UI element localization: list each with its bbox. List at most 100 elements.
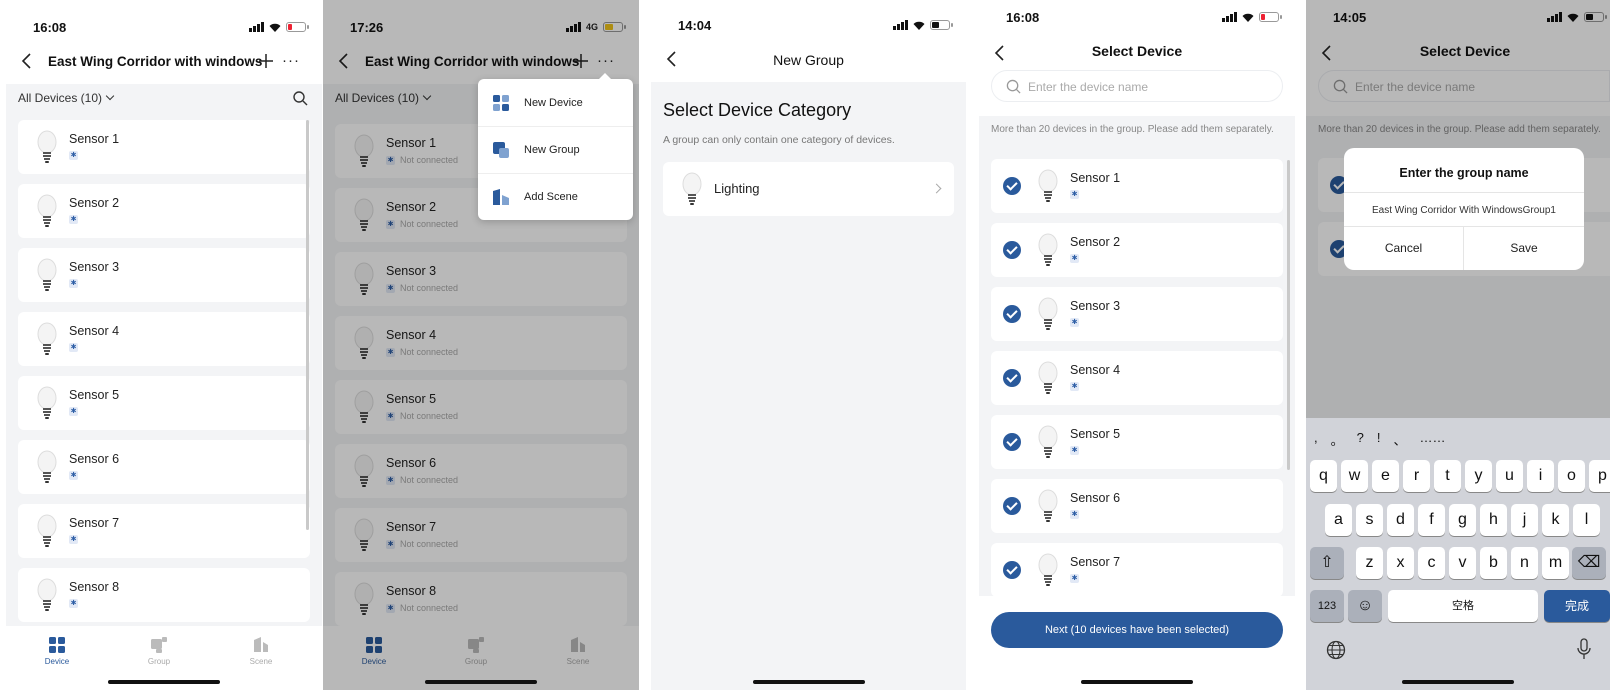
globe-icon[interactable]: [1326, 640, 1346, 660]
checked-icon[interactable]: [1003, 433, 1021, 451]
key[interactable]: g: [1449, 504, 1476, 536]
key[interactable]: x: [1387, 547, 1414, 579]
gap: [1295, 0, 1306, 690]
device-row[interactable]: Sensor 5 ✱: [18, 376, 310, 430]
gap: [966, 0, 979, 690]
menu-item-add-scene[interactable]: Add Scene: [478, 173, 633, 220]
device-row[interactable]: Sensor 2 ✱: [18, 184, 310, 238]
key[interactable]: o: [1558, 460, 1585, 492]
device-name: Sensor 2: [1070, 235, 1121, 249]
device-row[interactable]: Sensor 8 ✱: [18, 568, 310, 622]
device-row[interactable]: Sensor 7 ✱: [991, 543, 1283, 597]
add-icon[interactable]: [255, 50, 277, 72]
search-icon[interactable]: [292, 90, 308, 106]
device-row[interactable]: Sensor 2 ✱: [991, 223, 1283, 277]
next-button[interactable]: Next (10 devices have been selected): [991, 612, 1283, 648]
device-row[interactable]: Sensor 7 ✱: [18, 504, 310, 558]
category-item-lighting[interactable]: Lighting: [663, 162, 954, 216]
key[interactable]: p: [1589, 460, 1610, 492]
bluetooth-icon: ✱: [69, 343, 78, 352]
key[interactable]: r: [1403, 460, 1430, 492]
key[interactable]: f: [1418, 504, 1445, 536]
key[interactable]: s: [1356, 504, 1383, 536]
key[interactable]: b: [1480, 547, 1507, 579]
device-row[interactable]: Sensor 4 ✱: [18, 312, 310, 366]
key[interactable]: i: [1527, 460, 1554, 492]
shift-key[interactable]: ⇧: [1310, 547, 1344, 579]
save-button[interactable]: Save: [1464, 227, 1584, 270]
checked-icon[interactable]: [1003, 497, 1021, 515]
device-row[interactable]: Sensor 5 ✱: [991, 415, 1283, 469]
device-row[interactable]: Sensor 3 ✱: [991, 287, 1283, 341]
home-indicator: [752, 680, 865, 684]
checked-icon[interactable]: [1003, 177, 1021, 195]
battery-icon: [286, 22, 309, 32]
done-key[interactable]: 完成: [1544, 590, 1610, 622]
candidate-item[interactable]: ?: [1357, 430, 1364, 449]
key[interactable]: k: [1542, 504, 1569, 536]
space-key[interactable]: 空格: [1388, 590, 1538, 622]
tab-group[interactable]: Group: [129, 636, 189, 666]
bulb-icon: [1038, 361, 1058, 394]
candidate-item[interactable]: !: [1377, 430, 1381, 449]
tab-device[interactable]: Device: [27, 636, 87, 666]
key[interactable]: j: [1511, 504, 1538, 536]
key[interactable]: l: [1573, 504, 1600, 536]
group-name-input[interactable]: East Wing Corridor With WindowsGroup1: [1344, 192, 1584, 227]
device-filter-dropdown[interactable]: All Devices (10): [18, 91, 115, 105]
bluetooth-icon: ✱: [69, 407, 78, 416]
key[interactable]: w: [1341, 460, 1368, 492]
checked-icon[interactable]: [1003, 561, 1021, 579]
candidate-item[interactable]: ,: [1314, 430, 1318, 449]
key[interactable]: h: [1480, 504, 1507, 536]
candidate-item[interactable]: 、: [1394, 430, 1407, 449]
bluetooth-icon: ✱: [1070, 574, 1079, 583]
key[interactable]: c: [1418, 547, 1445, 579]
bluetooth-icon: ✱: [69, 599, 78, 608]
more-icon[interactable]: ···: [282, 53, 300, 68]
nav-bar: New Group: [651, 38, 966, 82]
key[interactable]: u: [1496, 460, 1523, 492]
scrollbar[interactable]: [1287, 160, 1290, 470]
bulb-icon: [37, 322, 57, 355]
checked-icon[interactable]: [1003, 305, 1021, 323]
key[interactable]: y: [1465, 460, 1492, 492]
scrollbar[interactable]: [306, 120, 309, 530]
key[interactable]: q: [1310, 460, 1337, 492]
status-bar: 16:08: [6, 0, 322, 40]
menu-item-new-device[interactable]: New Device: [478, 79, 633, 126]
page-title: Select Device: [1091, 43, 1183, 59]
menu-item-new-group[interactable]: New Group: [478, 126, 633, 173]
numbers-key[interactable]: 123: [1310, 590, 1344, 622]
key[interactable]: n: [1511, 547, 1538, 579]
microphone-icon[interactable]: [1576, 638, 1592, 660]
key[interactable]: v: [1449, 547, 1476, 579]
page-title: East Wing Corridor with windows: [48, 54, 263, 69]
key[interactable]: d: [1387, 504, 1414, 536]
key[interactable]: e: [1372, 460, 1399, 492]
candidate-item[interactable]: 。: [1331, 430, 1344, 449]
checked-icon[interactable]: [1003, 241, 1021, 259]
key[interactable]: m: [1542, 547, 1569, 579]
device-row[interactable]: Sensor 6 ✱: [991, 479, 1283, 533]
device-row[interactable]: Sensor 4 ✱: [991, 351, 1283, 405]
new-group-screen: 14:04 New Group Select Device Category A…: [651, 0, 966, 690]
device-row[interactable]: Sensor 3 ✱: [18, 248, 310, 302]
key[interactable]: t: [1434, 460, 1461, 492]
back-icon[interactable]: [16, 50, 38, 72]
search-input[interactable]: Enter the device name: [991, 70, 1283, 102]
backspace-key[interactable]: ⌫: [1572, 547, 1606, 579]
checked-icon[interactable]: [1003, 369, 1021, 387]
cancel-button[interactable]: Cancel: [1344, 227, 1464, 270]
tab-scene[interactable]: Scene: [231, 636, 291, 666]
emoji-key[interactable]: ☺: [1348, 590, 1382, 622]
signal-icon: [893, 20, 908, 30]
device-row[interactable]: Sensor 1 ✱: [991, 159, 1283, 213]
candidate-item[interactable]: ……: [1420, 430, 1446, 449]
device-name: Sensor 2: [69, 196, 120, 210]
key[interactable]: a: [1325, 504, 1352, 536]
device-row[interactable]: Sensor 6 ✱: [18, 440, 310, 494]
search-placeholder: Enter the device name: [1028, 80, 1149, 94]
device-row[interactable]: Sensor 1 ✱: [18, 120, 310, 174]
key[interactable]: z: [1356, 547, 1383, 579]
